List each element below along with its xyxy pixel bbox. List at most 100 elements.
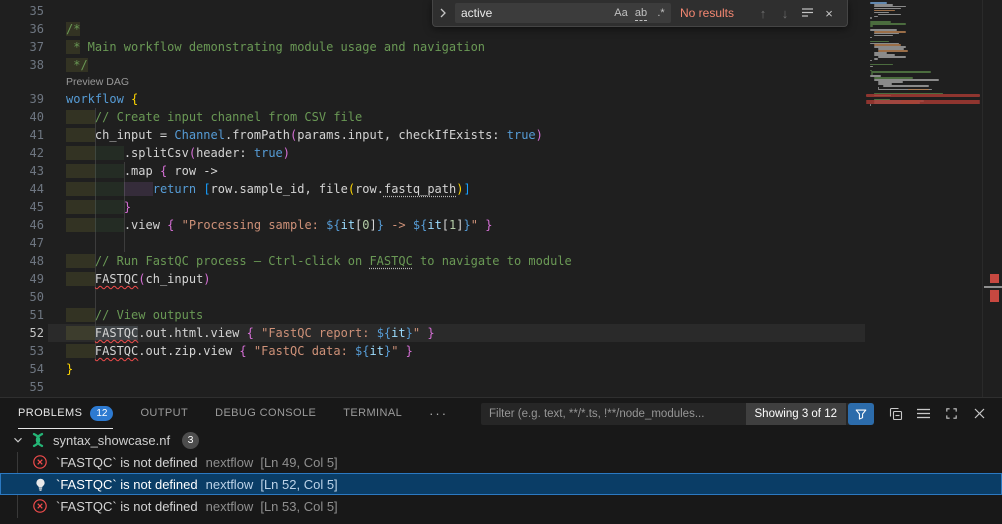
close-find-icon[interactable]: × [818,6,840,21]
line-number: 42 [0,144,44,162]
code-line[interactable]: 39workflow { [0,90,865,108]
code-editor[interactable]: 3536/*37 * Main workflow demonstrating m… [0,0,1002,397]
close-panel-icon[interactable] [971,405,988,422]
minimap-line [878,14,901,16]
code-line[interactable]: 45 } [0,198,865,216]
line-number: 55 [0,378,44,396]
minimap[interactable] [865,0,982,397]
filter-input[interactable] [481,403,746,425]
line-number: 49 [0,270,44,288]
next-match-icon[interactable]: ↓ [774,6,796,21]
problem-row-selected[interactable]: `FASTQC` is not defined nextflow [Ln 52,… [0,473,1002,495]
line-number: 41 [0,126,44,144]
minimap-line [874,16,878,18]
problems-filter: Showing 3 of 12 [481,403,874,425]
problem-source: nextflow [206,455,254,470]
minimap-line [870,41,889,43]
file-name: syntax_showcase.nf [53,433,170,448]
code-text: .splitCsv(header: true) [66,144,290,162]
code-text: return [row.sample_id, file(row.fastq_pa… [66,180,471,198]
error-icon [32,454,48,470]
minimap-line [866,102,980,104]
code-line[interactable]: 47 [0,234,865,252]
whole-word-icon[interactable]: ab [631,7,651,19]
find-widget: active Aa ab .* No results ↑ ↓ × [432,0,848,27]
minimap-line [866,94,980,96]
previous-match-icon[interactable]: ↑ [752,6,774,21]
error-icon [32,498,48,514]
minimap-line [874,12,889,14]
code-line[interactable]: 49 FASTQC(ch_input) [0,270,865,288]
tab-problems[interactable]: PROBLEMS 12 [18,398,113,429]
problem-source: nextflow [206,477,254,492]
code-line[interactable]: 41 ch_input = Channel.fromPath(params.in… [0,126,865,144]
code-line[interactable]: 48 // Run FastQC process – Ctrl-click on… [0,252,865,270]
find-query-text[interactable]: active [455,6,611,20]
filter-funnel-icon[interactable] [848,403,874,425]
chevron-down-icon[interactable] [10,432,26,448]
line-number: 53 [0,342,44,360]
find-in-selection-icon[interactable] [796,6,818,21]
ruler-error-mark [990,274,999,283]
problem-location: [Ln 53, Col 5] [260,499,337,514]
regex-icon[interactable]: .* [651,7,671,19]
collapse-all-icon[interactable] [887,405,904,422]
code-line[interactable]: 50 [0,288,865,306]
codelens-preview-dag[interactable]: Preview DAG [0,74,865,90]
code-line[interactable]: 37 * Main workflow demonstrating module … [0,38,865,56]
minimap-line [870,17,872,19]
problem-row[interactable]: `FASTQC` is not defined nextflow [Ln 49,… [0,451,1002,473]
code-line[interactable]: 40 // Create input channel from CSV file [0,108,865,126]
problem-location: [Ln 49, Col 5] [260,455,337,470]
line-number: 47 [0,234,44,252]
problem-message: `FASTQC` is not defined [56,477,198,492]
maximize-panel-icon[interactable] [943,405,960,422]
tab-debug-console[interactable]: DEBUG CONSOLE [215,398,316,429]
problems-file-group[interactable]: syntax_showcase.nf 3 [0,429,1002,451]
code-line[interactable]: 38 */ [0,56,865,74]
problem-row[interactable]: `FASTQC` is not defined nextflow [Ln 53,… [0,495,1002,517]
line-number: 43 [0,162,44,180]
code-lines: 3536/*37 * Main workflow demonstrating m… [0,2,865,396]
code-line[interactable]: 51 // View outputs [0,306,865,324]
minimap-line [878,56,905,58]
line-number: 36 [0,20,44,38]
problems-list: syntax_showcase.nf 3 `FASTQC` is not def… [0,429,1002,517]
find-input[interactable]: active Aa ab .* [455,3,671,23]
nextflow-file-icon [30,432,46,448]
code-line[interactable]: 46 .view { "Processing sample: ${it[0]} … [0,216,865,234]
code-line[interactable]: 44 return [row.sample_id, file(row.fastq… [0,180,865,198]
tab-terminal[interactable]: TERMINAL [343,398,402,429]
code-line[interactable]: 54} [0,360,865,378]
tab-problems-label: PROBLEMS [18,407,82,419]
minimap-line [870,66,873,68]
code-text: FASTQC.out.html.view { "FastQC report: $… [66,324,435,342]
code-text: .map { row -> [66,162,218,180]
match-case-icon[interactable]: Aa [611,7,631,19]
problem-source: nextflow [206,499,254,514]
ruler-current-line-mark [984,286,1002,288]
code-line[interactable]: 52 FASTQC.out.html.view { "FastQC report… [0,324,865,342]
code-text: FASTQC.out.zip.view { "FastQC data: ${it… [66,342,413,360]
lightbulb-icon[interactable] [32,476,48,492]
code-line[interactable]: 55 [0,378,865,396]
minimap-line [871,71,931,73]
code-line[interactable]: 53 FASTQC.out.zip.view { "FastQC data: $… [0,342,865,360]
code-line[interactable]: 42 .splitCsv(header: true) [0,144,865,162]
line-number: 46 [0,216,44,234]
view-as-table-icon[interactable] [915,405,932,422]
find-results-count: No results [680,6,752,20]
problems-count-badge: 12 [90,406,113,421]
code-text: } [66,360,73,378]
panel-actions [887,405,988,422]
overview-ruler[interactable] [983,0,1002,397]
panel-tabs-row: PROBLEMS 12 OUTPUT DEBUG CONSOLE TERMINA… [0,398,1002,429]
minimap-line [870,60,872,62]
toggle-replace-chevron-icon[interactable] [438,8,452,18]
code-line[interactable]: 43 .map { row -> [0,162,865,180]
line-number: 48 [0,252,44,270]
code-text: /* [66,20,80,38]
vscode-window: { "colors": { "editor_bg": "#1f1f1f", "p… [0,0,1002,524]
tab-output[interactable]: OUTPUT [140,398,188,429]
more-tabs-icon[interactable]: ··· [429,406,448,421]
